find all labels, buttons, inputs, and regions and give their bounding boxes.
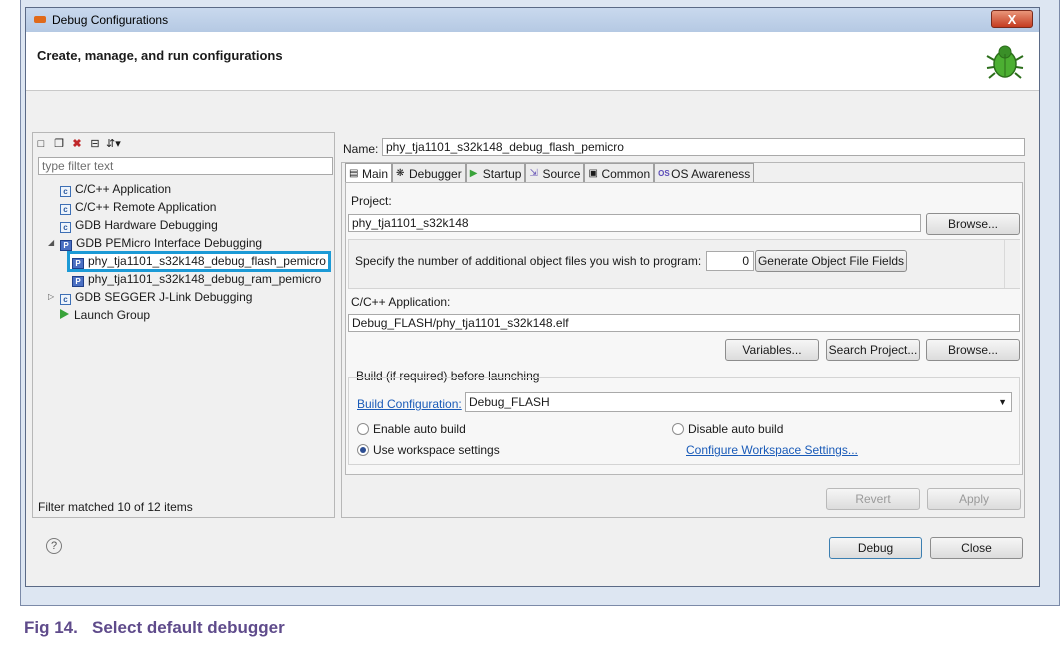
object-files-count-input[interactable]: 0 — [706, 251, 754, 271]
collapsed-arrow-icon[interactable]: ▷ — [48, 288, 58, 306]
search-project-button[interactable]: Search Project... — [826, 339, 920, 361]
window-title: Debug Configurations — [52, 13, 169, 27]
project-input[interactable]: phy_tja1101_s32k148 — [348, 214, 921, 232]
launch-icon — [60, 309, 69, 319]
build-configuration-select[interactable]: Debug_FLASH ▼ — [465, 392, 1012, 412]
tree-item-debug-flash-pemicro[interactable]: Pphy_tja1101_s32k148_debug_flash_pemicro — [48, 251, 344, 272]
disable-auto-build-radio[interactable] — [672, 423, 684, 435]
source-tab-icon: ⇲ — [529, 167, 538, 179]
figure-caption: Fig 14. Select default debugger — [24, 618, 285, 637]
tab-startup[interactable]: ▶ Startup — [465, 163, 526, 183]
c-icon: c — [60, 294, 71, 305]
tab-debugger[interactable]: ❋ Debugger — [392, 163, 466, 183]
c-icon: c — [60, 186, 71, 197]
tree-item-cpp-application[interactable]: c C/C++ Application — [48, 180, 344, 198]
eclipse-app-icon — [34, 16, 46, 23]
build-configuration-link[interactable]: Build Configuration: — [357, 397, 462, 411]
use-workspace-settings-radio[interactable] — [357, 444, 369, 456]
tree-item-debug-ram-pemicro[interactable]: Pphy_tja1101_s32k148_debug_ram_pemicro — [48, 270, 344, 288]
debug-button[interactable]: Debug — [829, 537, 922, 559]
tree-item-cpp-remote[interactable]: c C/C++ Remote Application — [48, 198, 344, 216]
enable-auto-build-label: Enable auto build — [373, 422, 466, 436]
dialog-header: Create, manage, and run configurations — [26, 32, 1039, 91]
chevron-down-icon: ▼ — [998, 397, 1007, 407]
tab-common[interactable]: ▣ Common — [584, 163, 655, 183]
help-icon[interactable]: ? — [46, 538, 62, 554]
tab-os-awareness[interactable]: OS OS Awareness — [654, 163, 755, 183]
build-configuration-value: Debug_FLASH — [469, 395, 550, 409]
use-workspace-settings-label: Use workspace settings — [373, 443, 500, 457]
browse-app-button[interactable]: Browse... — [926, 339, 1020, 361]
c-icon: c — [60, 222, 71, 233]
variables-button[interactable]: Variables... — [725, 339, 819, 361]
tree-item-gdb-pemicro[interactable]: ◢ P GDB PEMicro Interface Debugging — [48, 234, 344, 252]
header-title: Create, manage, and run configurations — [37, 48, 283, 63]
name-label: Name: — [343, 142, 379, 156]
pemicro-icon: P — [60, 240, 72, 251]
c-icon: c — [60, 204, 71, 215]
main-tab-icon: ▤ — [349, 167, 359, 179]
startup-tab-icon: ▶ — [469, 167, 478, 179]
title-bar: Debug Configurations X — [26, 8, 1039, 32]
tree-item-launch-group[interactable]: Launch Group — [48, 306, 344, 324]
tree-item-gdb-hardware[interactable]: c GDB Hardware Debugging — [48, 216, 344, 234]
debugger-tab-icon: ❋ — [396, 167, 405, 179]
app-label: C/C++ Application: — [351, 295, 451, 309]
tab-main[interactable]: ▤ Main — [345, 163, 393, 183]
config-tabs: ▤ Main ❋ Debugger ▶ Startup ⇲ Source ▣ Common… — [345, 163, 755, 183]
object-files-label: Specify the number of additional object … — [355, 254, 702, 268]
revert-button[interactable]: Revert — [826, 488, 920, 510]
tree-item-gdb-segger[interactable]: ▷ c GDB SEGGER J-Link Debugging — [48, 288, 344, 306]
filter-status: Filter matched 10 of 12 items — [38, 500, 193, 514]
os-awareness-tab-icon: OS — [658, 168, 670, 178]
close-button[interactable]: Close — [930, 537, 1023, 559]
close-window-button[interactable]: X — [991, 10, 1033, 28]
enable-auto-build-radio[interactable] — [357, 423, 369, 435]
tab-source[interactable]: ⇲ Source — [525, 163, 585, 183]
disable-auto-build-label: Disable auto build — [688, 422, 784, 436]
app-input[interactable]: Debug_FLASH/phy_tja1101_s32k148.elf — [348, 314, 1020, 332]
main-tab-panel: Project: phy_tja1101_s32k148 Browse... S… — [345, 182, 1023, 475]
common-tab-icon: ▣ — [588, 167, 598, 179]
browse-project-button[interactable]: Browse... — [926, 213, 1020, 235]
object-files-scrollbar[interactable] — [1004, 240, 1020, 288]
pemicro-icon: P — [72, 258, 84, 269]
name-input[interactable]: phy_tja1101_s32k148_debug_flash_pemicro — [382, 138, 1025, 156]
apply-button[interactable]: Apply — [927, 488, 1021, 510]
pemicro-icon: P — [72, 276, 84, 287]
bug-icon — [986, 45, 1024, 79]
object-files-group: Specify the number of additional object … — [348, 239, 1020, 289]
configure-workspace-settings-link[interactable]: Configure Workspace Settings... — [686, 443, 858, 457]
config-tree: c C/C++ Application c C/C++ Remote Applica… — [48, 180, 344, 324]
generate-object-file-fields-button[interactable]: Generate Object File Fields — [755, 250, 907, 272]
expanded-arrow-icon[interactable]: ◢ — [48, 234, 58, 252]
project-label: Project: — [351, 194, 392, 208]
selected-config[interactable]: Pphy_tja1101_s32k148_debug_flash_pemicro — [67, 251, 331, 272]
filter-input[interactable]: type filter text — [38, 157, 333, 175]
